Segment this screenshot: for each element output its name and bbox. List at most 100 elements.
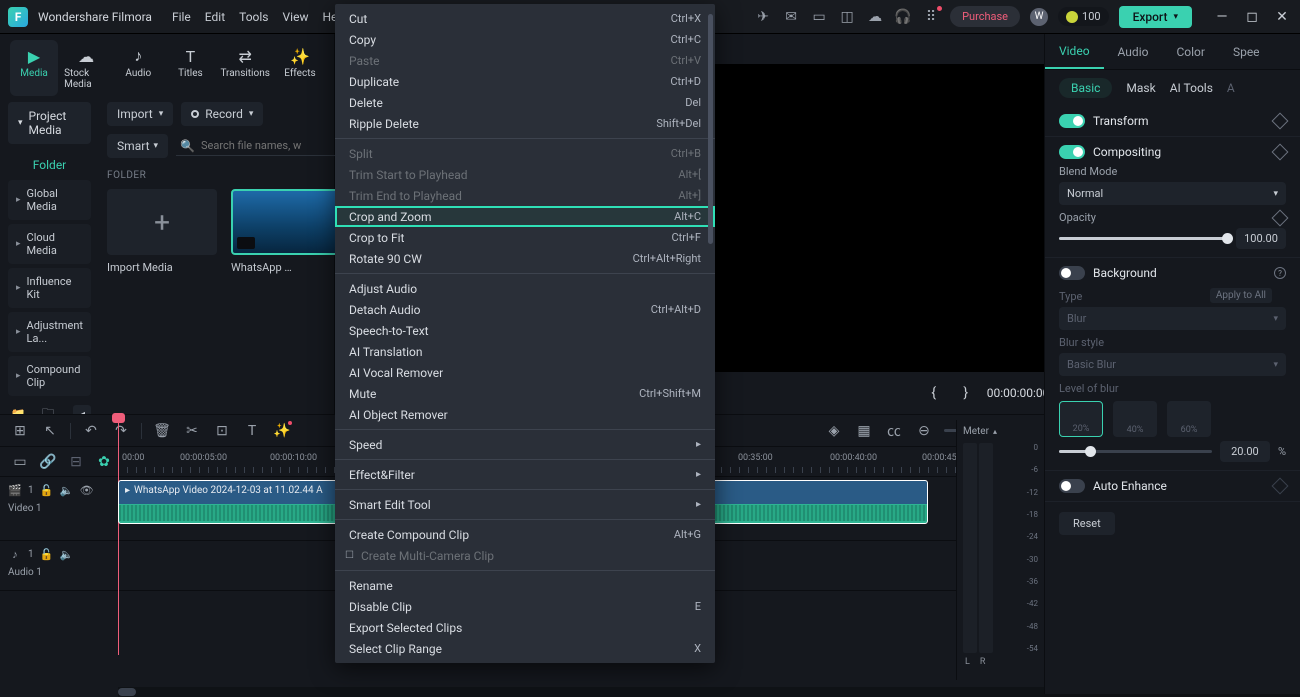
blur-thumb[interactable]: 40%	[1113, 401, 1157, 437]
menu-view[interactable]: View	[283, 10, 309, 24]
effects-icon[interactable]: ✨	[272, 421, 292, 441]
background-toggle[interactable]	[1059, 266, 1085, 280]
import-button[interactable]: Import▾	[107, 102, 173, 126]
grid-icon[interactable]: ⊞	[10, 421, 30, 441]
mute-icon[interactable]: 🔈	[60, 547, 74, 561]
cursor-icon[interactable]: ↖	[40, 421, 60, 441]
caption-icon[interactable]: ㏄	[884, 421, 904, 441]
context-menu-item[interactable]: AI Translation	[335, 341, 715, 362]
props-tab-spee[interactable]: Spee	[1219, 34, 1274, 69]
delete-icon[interactable]: 🗑	[152, 421, 172, 441]
context-menu-item[interactable]: Export Selected Clips	[335, 617, 715, 638]
context-menu-item[interactable]: Select Clip RangeX	[335, 638, 715, 659]
avatar[interactable]: W	[1030, 8, 1048, 26]
project-media-button[interactable]: ▾Project Media	[8, 102, 91, 144]
subtab-mask[interactable]: Mask	[1126, 81, 1155, 95]
transform-toggle[interactable]	[1059, 114, 1085, 128]
subtab-ai-tools[interactable]: AI Tools	[1170, 81, 1213, 95]
record-button[interactable]: Record▾	[181, 102, 263, 126]
crop-icon[interactable]: ⊡	[212, 421, 232, 441]
props-tab-audio[interactable]: Audio	[1104, 34, 1163, 69]
context-menu-item[interactable]: Rotate 90 CWCtrl+Alt+Right	[335, 248, 715, 269]
lock-icon[interactable]: 🔓	[40, 483, 54, 497]
props-tab-color[interactable]: Color	[1162, 34, 1218, 69]
context-menu-item[interactable]: CopyCtrl+C	[335, 29, 715, 50]
folder-tab[interactable]: Folder	[0, 150, 99, 180]
menu-edit[interactable]: Edit	[205, 10, 225, 24]
module-tab-audio[interactable]: ♪Audio	[114, 40, 162, 96]
context-menu-item[interactable]: DuplicateCtrl+D	[335, 71, 715, 92]
context-menu-item[interactable]: Create Compound ClipAlt+G	[335, 524, 715, 545]
context-menu-item[interactable]: MuteCtrl+Shift+M	[335, 383, 715, 404]
menu-tools[interactable]: Tools	[239, 10, 268, 24]
cut-icon[interactable]: ✂	[182, 421, 202, 441]
sidebar-item-compound[interactable]: ▸Compound Clip	[8, 356, 91, 396]
auto-enhance-keyframe[interactable]	[1272, 478, 1289, 495]
group-icon[interactable]: ▦	[854, 421, 874, 441]
cloud-icon[interactable]: ☁	[866, 8, 884, 26]
context-menu-item[interactable]: Speed	[335, 434, 715, 455]
mute-icon[interactable]: 🔈	[60, 483, 74, 497]
blur-thumb[interactable]: 60%	[1167, 401, 1211, 437]
undo-button[interactable]: ↶	[81, 421, 101, 441]
context-menu-item[interactable]: Adjust Audio	[335, 278, 715, 299]
context-menu-item[interactable]: Rename	[335, 575, 715, 596]
context-menu-item[interactable]: Smart Edit Tool	[335, 494, 715, 515]
sidebar-item-global[interactable]: ▸Global Media	[8, 180, 91, 220]
sidebar-item-influence[interactable]: ▸Influence Kit	[8, 268, 91, 308]
text-icon[interactable]: T	[242, 421, 262, 441]
apps-icon[interactable]: ⠿	[922, 8, 940, 26]
blur-level-value[interactable]: 20.00	[1220, 441, 1270, 462]
compositing-toggle[interactable]	[1059, 145, 1085, 159]
send-icon[interactable]: ✈	[754, 8, 772, 26]
marker-icon[interactable]: ◈	[824, 421, 844, 441]
context-menu-item[interactable]: CutCtrl+X	[335, 8, 715, 29]
visibility-icon[interactable]: 👁	[80, 483, 94, 497]
module-tab-transitions[interactable]: ⇄Transitions	[218, 40, 271, 96]
minimize-button[interactable]: —	[1212, 7, 1232, 27]
mark-out-icon[interactable]: }	[955, 382, 977, 404]
sidebar-item-cloud[interactable]: ▸Cloud Media	[8, 224, 91, 264]
compositing-keyframe[interactable]	[1272, 144, 1289, 161]
module-tab-stock-media[interactable]: ☁Stock Media	[62, 40, 110, 96]
search-field[interactable]: 🔍	[176, 137, 345, 156]
apply-to-all-button[interactable]: Apply to All	[1210, 288, 1272, 303]
meter-label[interactable]: Meter▴	[963, 426, 1038, 437]
context-menu-item[interactable]: Effect&Filter	[335, 464, 715, 485]
context-menu-item[interactable]: Disable ClipE	[335, 596, 715, 617]
context-menu-item[interactable]: Ripple DeleteShift+Del	[335, 113, 715, 134]
context-menu-item[interactable]: Speech-to-Text	[335, 320, 715, 341]
track-view-icon[interactable]: ▭	[10, 452, 30, 472]
layout-icon[interactable]: ◫	[838, 8, 856, 26]
media-thumb[interactable]: WhatsApp …	[231, 189, 341, 274]
export-button[interactable]: Export▾	[1119, 6, 1192, 28]
blur-level-slider[interactable]	[1059, 450, 1212, 453]
timeline-scroll-thumb[interactable]	[118, 688, 136, 696]
module-tab-media[interactable]: ▶Media	[10, 40, 58, 96]
blend-mode-select[interactable]: Normal▾	[1059, 182, 1286, 205]
transform-keyframe[interactable]	[1272, 113, 1289, 130]
info-icon[interactable]: ?	[1274, 267, 1286, 279]
search-input[interactable]	[201, 139, 341, 152]
link-icon[interactable]: 🔗	[38, 452, 58, 472]
context-menu-scroll-thumb[interactable]	[708, 14, 713, 244]
redo-button[interactable]: ↷	[111, 421, 131, 441]
coin-balance[interactable]: 100	[1058, 7, 1109, 26]
magnet-icon[interactable]: ⊟	[66, 452, 86, 472]
screen-icon[interactable]: ▭	[810, 8, 828, 26]
zoom-out-button[interactable]: ⊖	[914, 421, 934, 441]
message-icon[interactable]: ✉	[782, 8, 800, 26]
blur-thumb[interactable]: 20%	[1059, 401, 1103, 437]
sidebar-item-adjustment[interactable]: ▸Adjustment La...	[8, 312, 91, 352]
maximize-button[interactable]: ◻	[1242, 7, 1262, 27]
opacity-slider[interactable]	[1059, 237, 1228, 240]
auto-enhance-toggle[interactable]	[1059, 479, 1085, 493]
lock-icon[interactable]: 🔓	[40, 547, 54, 561]
close-button[interactable]: ✕	[1272, 7, 1292, 27]
subtab-basic[interactable]: Basic	[1059, 78, 1112, 98]
context-menu-scrollbar[interactable]	[708, 14, 713, 653]
menu-file[interactable]: File	[172, 10, 191, 24]
module-tab-titles[interactable]: TTitles	[166, 40, 214, 96]
purchase-button[interactable]: Purchase	[950, 6, 1020, 27]
module-tab-effects[interactable]: ✨Effects	[276, 40, 324, 96]
